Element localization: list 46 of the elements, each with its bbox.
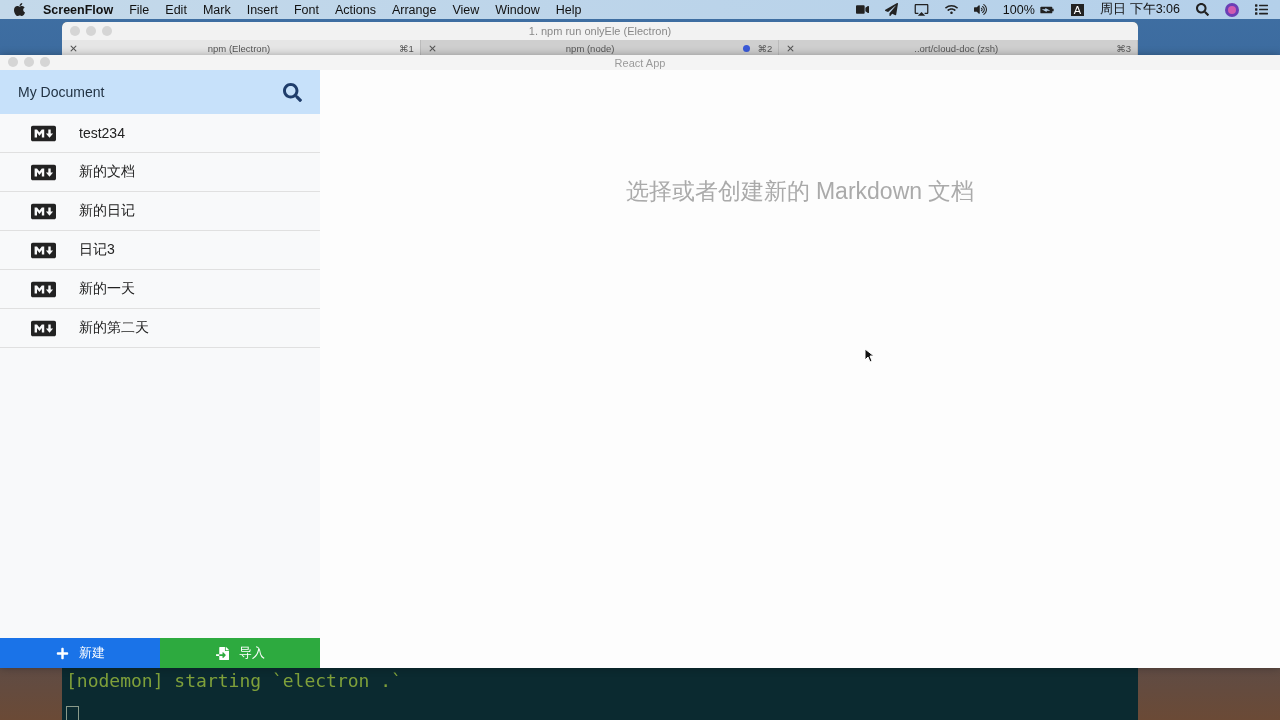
apple-icon[interactable] [12,2,27,17]
file-name: test234 [79,125,125,141]
tab-label: npm (Electron) [206,42,272,54]
window-title: React App [614,56,666,69]
file-name: 新的第二天 [79,319,149,337]
paper-plane-icon[interactable] [884,3,898,16]
menu-item[interactable]: Arrange [391,2,437,17]
tab-shortcut: ⌘1 [398,42,414,54]
siri-icon[interactable] [1225,2,1239,17]
input-source[interactable]: A [1070,3,1085,16]
tab-label: ..ort/cloud-doc (zsh) [913,42,1000,54]
tab-shortcut: ⌘2 [757,42,773,54]
search-icon[interactable] [1196,3,1209,16]
menu-item[interactable]: Mark [202,2,231,17]
terminal-tab[interactable]: npm (Electron) ⌘1 [62,40,421,56]
menu-item[interactable]: Window [495,2,540,17]
menu-item[interactable]: File [129,2,150,17]
wifi-icon[interactable] [944,3,958,16]
empty-state-message: 选择或者创建新的 Markdown 文档 [625,177,975,206]
video-camera-icon[interactable] [855,3,869,16]
file-name: 新的一天 [79,280,135,298]
new-button[interactable]: 新建 [0,638,160,668]
tab-label: npm (node) [564,42,616,54]
airplay-icon[interactable] [913,2,929,17]
list-icon[interactable] [1255,3,1268,16]
menu-item[interactable]: Help [555,2,582,17]
volume-icon[interactable] [973,3,987,16]
file-name: 新的文档 [79,163,135,181]
menu-item[interactable]: Actions [334,2,376,17]
tab-shortcut: ⌘3 [1116,42,1131,54]
sidebar-title: My Document [18,84,105,100]
mouse-pointer-icon [864,348,874,363]
menu-item[interactable]: Edit [165,2,187,17]
search-icon[interactable] [283,82,302,102]
file-name: 新的日记 [79,202,135,220]
file-import-icon [215,646,229,660]
app-menu[interactable]: ScreenFlow [43,2,114,17]
menu-item[interactable]: View [452,2,480,17]
menu-clock[interactable]: 周日 下午3:06 [1100,1,1180,18]
plus-icon [55,646,69,660]
terminal-output: [nodemon] starting `electron .` [66,670,402,691]
battery-percent: 100% [1002,2,1035,17]
menu-item[interactable]: Font [293,2,319,17]
window-title: 1. npm run onlyEle (Electron) [528,25,672,37]
file-name: 日记3 [79,241,115,259]
menu-item[interactable]: Insert [246,2,278,17]
